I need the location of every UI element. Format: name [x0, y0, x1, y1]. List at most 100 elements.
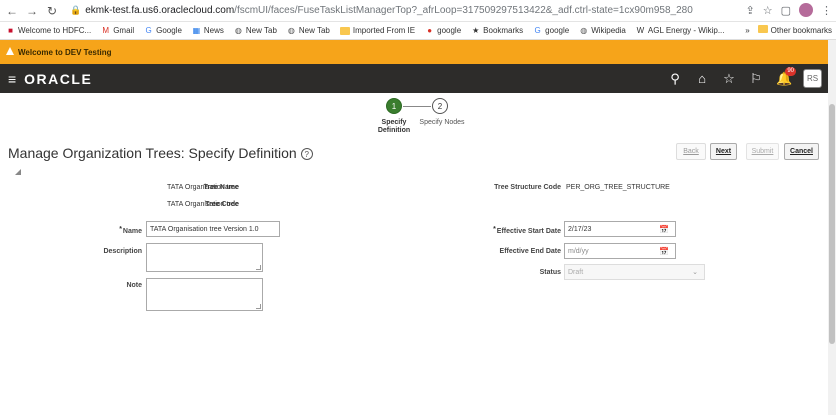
bookmark-item[interactable]: M Gmail	[101, 26, 134, 35]
home-icon[interactable]: ⌂	[695, 71, 709, 86]
status-label: Status	[539, 269, 561, 276]
next-button-label: Next	[715, 148, 732, 155]
other-bookmarks-folder[interactable]: Other bookmarks	[757, 25, 832, 35]
chevron-down-icon: ⌄	[692, 269, 698, 276]
search-icon[interactable]: ⚲	[668, 71, 682, 87]
notifications-bell-icon[interactable]: 🔔 90	[776, 66, 796, 87]
browser-toolbar: ← → ↻ 🔒 ekmk-test.fa.us6.oraclecloud.com…	[0, 0, 836, 22]
folder-icon	[339, 26, 350, 35]
bookmark-label: Google	[156, 26, 182, 35]
bookmark-item[interactable]: ▦ News	[192, 26, 224, 35]
effective-start-date-input[interactable]: 2/17/23 📅	[564, 221, 676, 237]
globe-icon: ◍	[287, 26, 295, 35]
other-bookmarks-label: Other bookmarks	[770, 26, 832, 35]
warning-icon	[6, 47, 14, 55]
window-icon[interactable]: ▢	[781, 4, 791, 17]
tree-name-value: TATA Organisation tree	[167, 184, 239, 191]
notification-count-badge: 90	[785, 66, 796, 76]
back-button-label: Back	[683, 148, 699, 155]
scrollbar-thumb[interactable]	[829, 104, 835, 344]
step-2-label[interactable]: Specify Nodes	[414, 119, 470, 127]
resize-handle-icon[interactable]	[256, 304, 261, 309]
required-indicator: *	[493, 226, 496, 233]
bookmark-item[interactable]: ◍ New Tab	[287, 26, 330, 35]
favorites-star-icon[interactable]: ☆	[722, 71, 736, 87]
process-train: 1 2 Specify Definition Specify Nodes	[368, 98, 508, 142]
description-label: Description	[103, 248, 142, 255]
banner-text: Welcome to DEV Testing	[18, 47, 112, 57]
bookmark-label: google	[545, 26, 570, 35]
next-button[interactable]: Next	[710, 143, 737, 160]
bookmark-item[interactable]: W AGL Energy - Wikip...	[636, 26, 725, 35]
user-avatar[interactable]: RS	[803, 69, 822, 88]
share-icon[interactable]: ⇪	[746, 4, 755, 17]
bookmark-item[interactable]: ◍ New Tab	[234, 26, 277, 35]
bookmark-label: AGL Energy - Wikip...	[647, 26, 725, 35]
bookmark-label: Imported From IE	[352, 26, 416, 35]
oracle-logo[interactable]: ORACLE	[24, 71, 92, 87]
name-label-text: Name	[122, 228, 142, 235]
bookmark-item[interactable]: Ggoogle	[533, 26, 570, 35]
tree-code-value: TATA Organisation tree	[167, 201, 239, 208]
more-bookmarks-icon[interactable]: »	[745, 26, 749, 35]
submit-button[interactable]: Submit	[746, 143, 779, 160]
hamburger-menu-icon[interactable]: ≡	[8, 71, 16, 87]
browser-menu-icon[interactable]: ⋮	[821, 4, 832, 17]
page-title: Manage Organization Trees: Specify Defin…	[8, 145, 313, 161]
bookmark-label: Welcome to HDFC...	[18, 26, 92, 35]
bookmark-label: New Tab	[245, 26, 277, 35]
bookmark-item[interactable]: ◍ Wikipedia	[579, 26, 626, 35]
page-title-text: Manage Organization Trees: Specify Defin…	[8, 145, 297, 161]
calendar-icon[interactable]: 📅	[659, 247, 669, 256]
description-textarea[interactable]	[146, 243, 263, 272]
folder-icon	[757, 25, 768, 33]
resize-handle-icon[interactable]	[256, 265, 261, 270]
name-input[interactable]: TATA Organisation tree Version 1.0	[146, 221, 280, 237]
required-indicator: *	[119, 226, 122, 233]
note-textarea[interactable]	[146, 278, 263, 311]
lock-icon[interactable]: 🔒	[70, 5, 81, 16]
effective-start-date-label: *Effective Start Date	[493, 226, 561, 235]
address-bar[interactable]: ekmk-test.fa.us6.oraclecloud.com/fscmUI/…	[85, 5, 693, 16]
status-select[interactable]: Draft ⌄	[564, 264, 705, 280]
browser-profile-avatar[interactable]	[799, 3, 813, 17]
watchlist-flag-icon[interactable]: ⚐	[749, 71, 763, 87]
bookmark-label: Wikipedia	[591, 26, 626, 35]
google-icon: G	[534, 26, 541, 35]
google-icon: G	[145, 26, 152, 35]
forward-arrow-icon[interactable]: →	[24, 3, 40, 19]
bookmarks-bar: ■ Welcome to HDFC... M Gmail G Google ▦ News ◍ Ne…	[0, 22, 836, 40]
step-connector	[403, 106, 431, 107]
bookmark-label: New Tab	[298, 26, 330, 35]
bookmark-item[interactable]: ★ Bookmarks	[471, 26, 523, 35]
name-label: *Name	[119, 226, 142, 235]
bookmark-item[interactable]: ■ Welcome to HDFC...	[6, 26, 91, 35]
back-button[interactable]: Back	[676, 143, 706, 160]
submit-button-label: Submit	[751, 148, 774, 155]
effective-start-date-value: 2/17/23	[568, 225, 592, 233]
google-red-icon: ●	[427, 26, 433, 35]
cancel-button[interactable]: Cancel	[784, 143, 819, 160]
url-path: /fscmUI/faces/FuseTaskListManagerTop?_af…	[234, 5, 693, 16]
bookmark-label: google	[437, 26, 462, 35]
status-value: Draft	[568, 268, 584, 276]
step-2-indicator[interactable]: 2	[432, 98, 448, 114]
step-1-indicator[interactable]: 1	[386, 98, 402, 114]
collapse-section-icon[interactable]	[15, 169, 21, 175]
effective-end-date-input[interactable]: m/d/yy 📅	[564, 243, 676, 259]
globe-icon: ◍	[580, 26, 588, 35]
bookmark-item[interactable]: ● google	[425, 26, 461, 35]
tree-structure-code-value: PER_ORG_TREE_STRUCTURE	[566, 184, 670, 191]
reload-icon[interactable]: ↻	[44, 3, 60, 19]
page-scrollbar[interactable]	[828, 40, 836, 415]
bookmark-star-icon[interactable]: ☆	[763, 4, 773, 17]
bookmark-item[interactable]: Imported From IE	[339, 26, 416, 35]
bookmark-label: Bookmarks	[483, 26, 524, 35]
bookmark-item[interactable]: G Google	[144, 26, 182, 35]
step-1-label[interactable]: Specify Definition	[368, 119, 420, 135]
back-arrow-icon[interactable]: ←	[4, 3, 20, 19]
gmail-icon: M	[102, 26, 110, 35]
effective-start-date-label-text: Effective Start Date	[496, 228, 561, 235]
calendar-icon[interactable]: 📅	[659, 225, 669, 234]
help-icon[interactable]: ?	[300, 148, 313, 160]
